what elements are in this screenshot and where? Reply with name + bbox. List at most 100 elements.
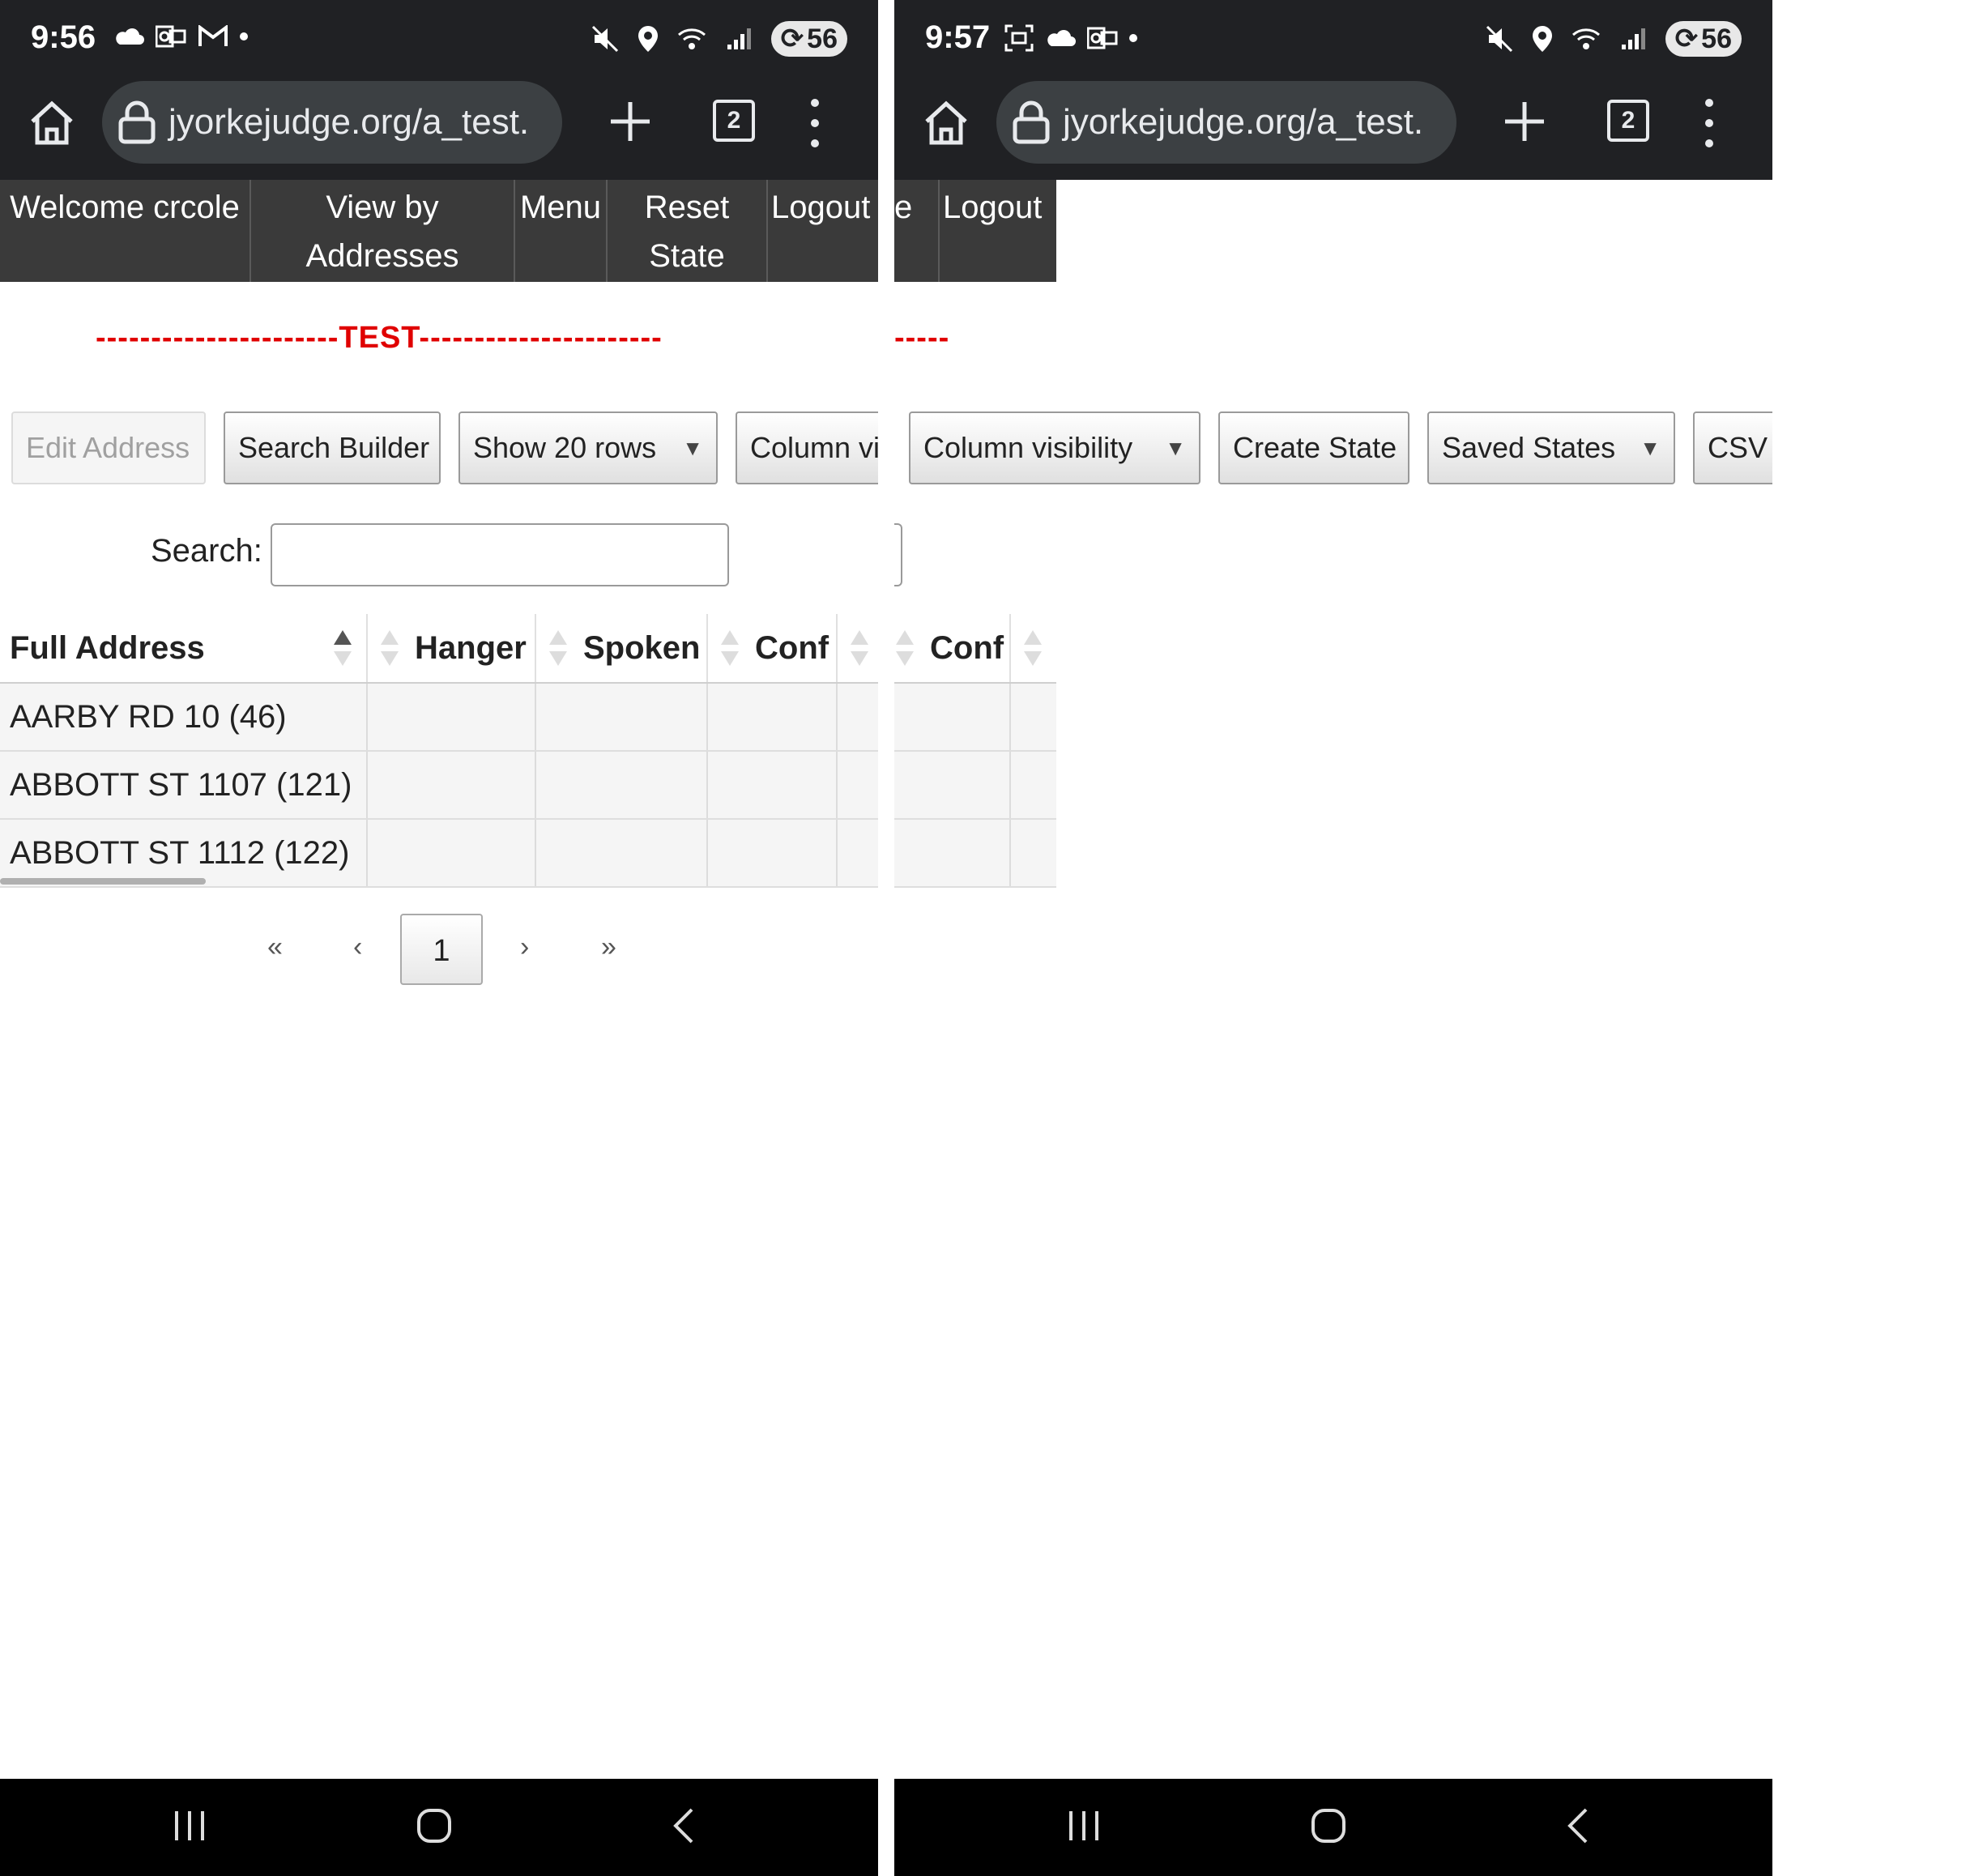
url-text: jyorkejudge.org/a_test. — [168, 102, 530, 142]
first-page-button[interactable]: « — [267, 932, 283, 963]
conf-cell — [894, 752, 1011, 818]
new-tab-icon[interactable] — [609, 100, 651, 143]
tab-switcher-button[interactable]: 2 — [713, 100, 755, 142]
screenshot-left: 9:56 ⟳ 56 jyorkejudge.org/a_test. 2 Welco… — [0, 0, 878, 1876]
chevron-down-icon: ▼ — [1165, 435, 1186, 460]
search-input-edge[interactable] — [894, 523, 902, 586]
address-cell: ABBOTT ST 1112 (122) — [0, 820, 368, 886]
horizontal-scrollbar[interactable] — [0, 878, 206, 885]
battery-indicator: ⟳ 56 — [1665, 21, 1742, 57]
sort-asc-icon — [334, 630, 352, 666]
battery-indicator: ⟳ 56 — [770, 21, 847, 57]
nav-logout[interactable]: Logout — [768, 180, 878, 282]
browser-toolbar: jyorkejudge.org/a_test. 2 — [0, 81, 878, 180]
column-header-conf[interactable]: Conf — [708, 614, 838, 682]
spoken-cell — [536, 820, 708, 886]
battery-saver-icon: ⟳ — [780, 23, 804, 54]
home-icon[interactable] — [920, 97, 972, 149]
system-nav-bar — [0, 1779, 878, 1876]
hanger-cell — [368, 684, 536, 750]
system-icons: ⟳ 56 — [1486, 21, 1742, 57]
column-label: Full Address — [10, 630, 205, 666]
address-bar[interactable]: jyorkejudge.org/a_test. — [102, 81, 562, 164]
notification-icons — [1004, 24, 1137, 52]
status-bar: 9:56 ⟳ 56 — [0, 0, 878, 81]
recent-apps-icon[interactable] — [1066, 1808, 1102, 1844]
mute-icon — [591, 25, 618, 53]
status-time: 9:56 — [31, 19, 96, 55]
show-rows-select[interactable]: Show 20 rows ▼ — [458, 411, 718, 484]
cloud-icon — [1047, 30, 1076, 46]
site-nav: Welcome crcole View by Addresses Menu Re… — [0, 180, 878, 282]
status-bar: 9:57 ⟳ 56 — [894, 0, 1772, 81]
home-icon[interactable] — [26, 97, 78, 149]
sort-icon — [851, 630, 868, 666]
url-text: jyorkejudge.org/a_test. — [1063, 102, 1424, 142]
saved-states-select[interactable]: Saved States ▼ — [1427, 411, 1675, 484]
nav-logout[interactable]: Logout — [940, 180, 1056, 282]
screenshot-icon — [1004, 24, 1034, 52]
table-row[interactable] — [894, 684, 1056, 752]
create-state-button[interactable]: Create State — [1218, 411, 1409, 484]
location-icon — [638, 26, 658, 52]
last-page-button[interactable]: » — [601, 932, 616, 963]
system-icons: ⟳ 56 — [591, 21, 847, 57]
hanger-cell — [368, 752, 536, 818]
edit-address-button[interactable]: Edit Address — [11, 411, 206, 484]
back-icon[interactable] — [666, 1808, 702, 1844]
table-row[interactable] — [894, 820, 1056, 888]
system-nav-bar — [894, 1779, 1772, 1876]
browser-toolbar: jyorkejudge.org/a_test. 2 — [894, 81, 1772, 180]
table-row[interactable]: ABBOTT ST 1107 (121) — [0, 752, 878, 820]
sort-icon — [1024, 630, 1042, 666]
column-header-next[interactable] — [838, 614, 878, 682]
search-builder-button[interactable]: Search Builder — [224, 411, 441, 484]
outlook-icon — [156, 25, 186, 48]
current-page-button[interactable]: 1 — [400, 914, 483, 985]
more-menu-icon[interactable] — [1701, 99, 1717, 147]
wifi-icon — [1571, 28, 1600, 49]
nav-reset-state[interactable]: Reset State — [608, 180, 768, 282]
home-nav-icon[interactable] — [1311, 1808, 1346, 1844]
conf-cell — [708, 684, 838, 750]
search-input[interactable] — [271, 523, 729, 586]
recent-apps-icon[interactable] — [172, 1808, 207, 1844]
table-row[interactable]: AARBY RD 10 (46) — [0, 684, 878, 752]
outlook-icon — [1087, 27, 1118, 49]
more-notifications-icon — [1129, 34, 1137, 42]
column-header-hanger[interactable]: Hanger — [368, 614, 536, 682]
home-nav-icon[interactable] — [416, 1808, 452, 1844]
location-icon — [1532, 26, 1552, 52]
table-row[interactable] — [894, 752, 1056, 820]
conf-cell — [894, 684, 1011, 750]
nav-welcome[interactable]: Welcome crcole — [0, 180, 251, 282]
mute-icon — [1486, 25, 1512, 53]
column-header-conf[interactable]: Conf — [894, 614, 1011, 682]
gmail-icon — [198, 25, 228, 46]
column-header-full-address[interactable]: Full Address — [0, 614, 368, 682]
back-icon[interactable] — [1560, 1808, 1596, 1844]
cloud-icon — [116, 28, 144, 45]
next-page-button[interactable]: › — [520, 932, 529, 963]
more-menu-icon[interactable] — [807, 99, 823, 147]
conf-cell — [894, 820, 1011, 886]
column-label: Hanger — [415, 630, 527, 666]
address-bar[interactable]: jyorkejudge.org/a_test. — [996, 81, 1456, 164]
show-rows-label: Show 20 rows — [473, 431, 657, 464]
new-tab-icon[interactable] — [1503, 100, 1546, 143]
lock-icon — [118, 100, 156, 144]
conf-cell — [708, 820, 838, 886]
prev-page-button[interactable]: ‹ — [353, 932, 362, 963]
sort-icon — [721, 630, 739, 666]
nav-menu[interactable]: Menu — [515, 180, 608, 282]
column-label: Conf — [930, 630, 1004, 666]
column-header-next[interactable] — [1011, 614, 1056, 682]
column-visibility-button[interactable]: Column vi — [736, 411, 878, 484]
tab-switcher-button[interactable]: 2 — [1607, 100, 1649, 142]
nav-view-by-addresses[interactable]: View by Addresses — [251, 180, 515, 282]
csv-button[interactable]: CSV — [1693, 411, 1772, 484]
table-header: Conf — [894, 614, 1056, 684]
column-header-spoken[interactable]: Spoken — [536, 614, 708, 682]
address-cell: ABBOTT ST 1107 (121) — [0, 752, 368, 818]
column-visibility-button[interactable]: Column visibility ▼ — [909, 411, 1200, 484]
